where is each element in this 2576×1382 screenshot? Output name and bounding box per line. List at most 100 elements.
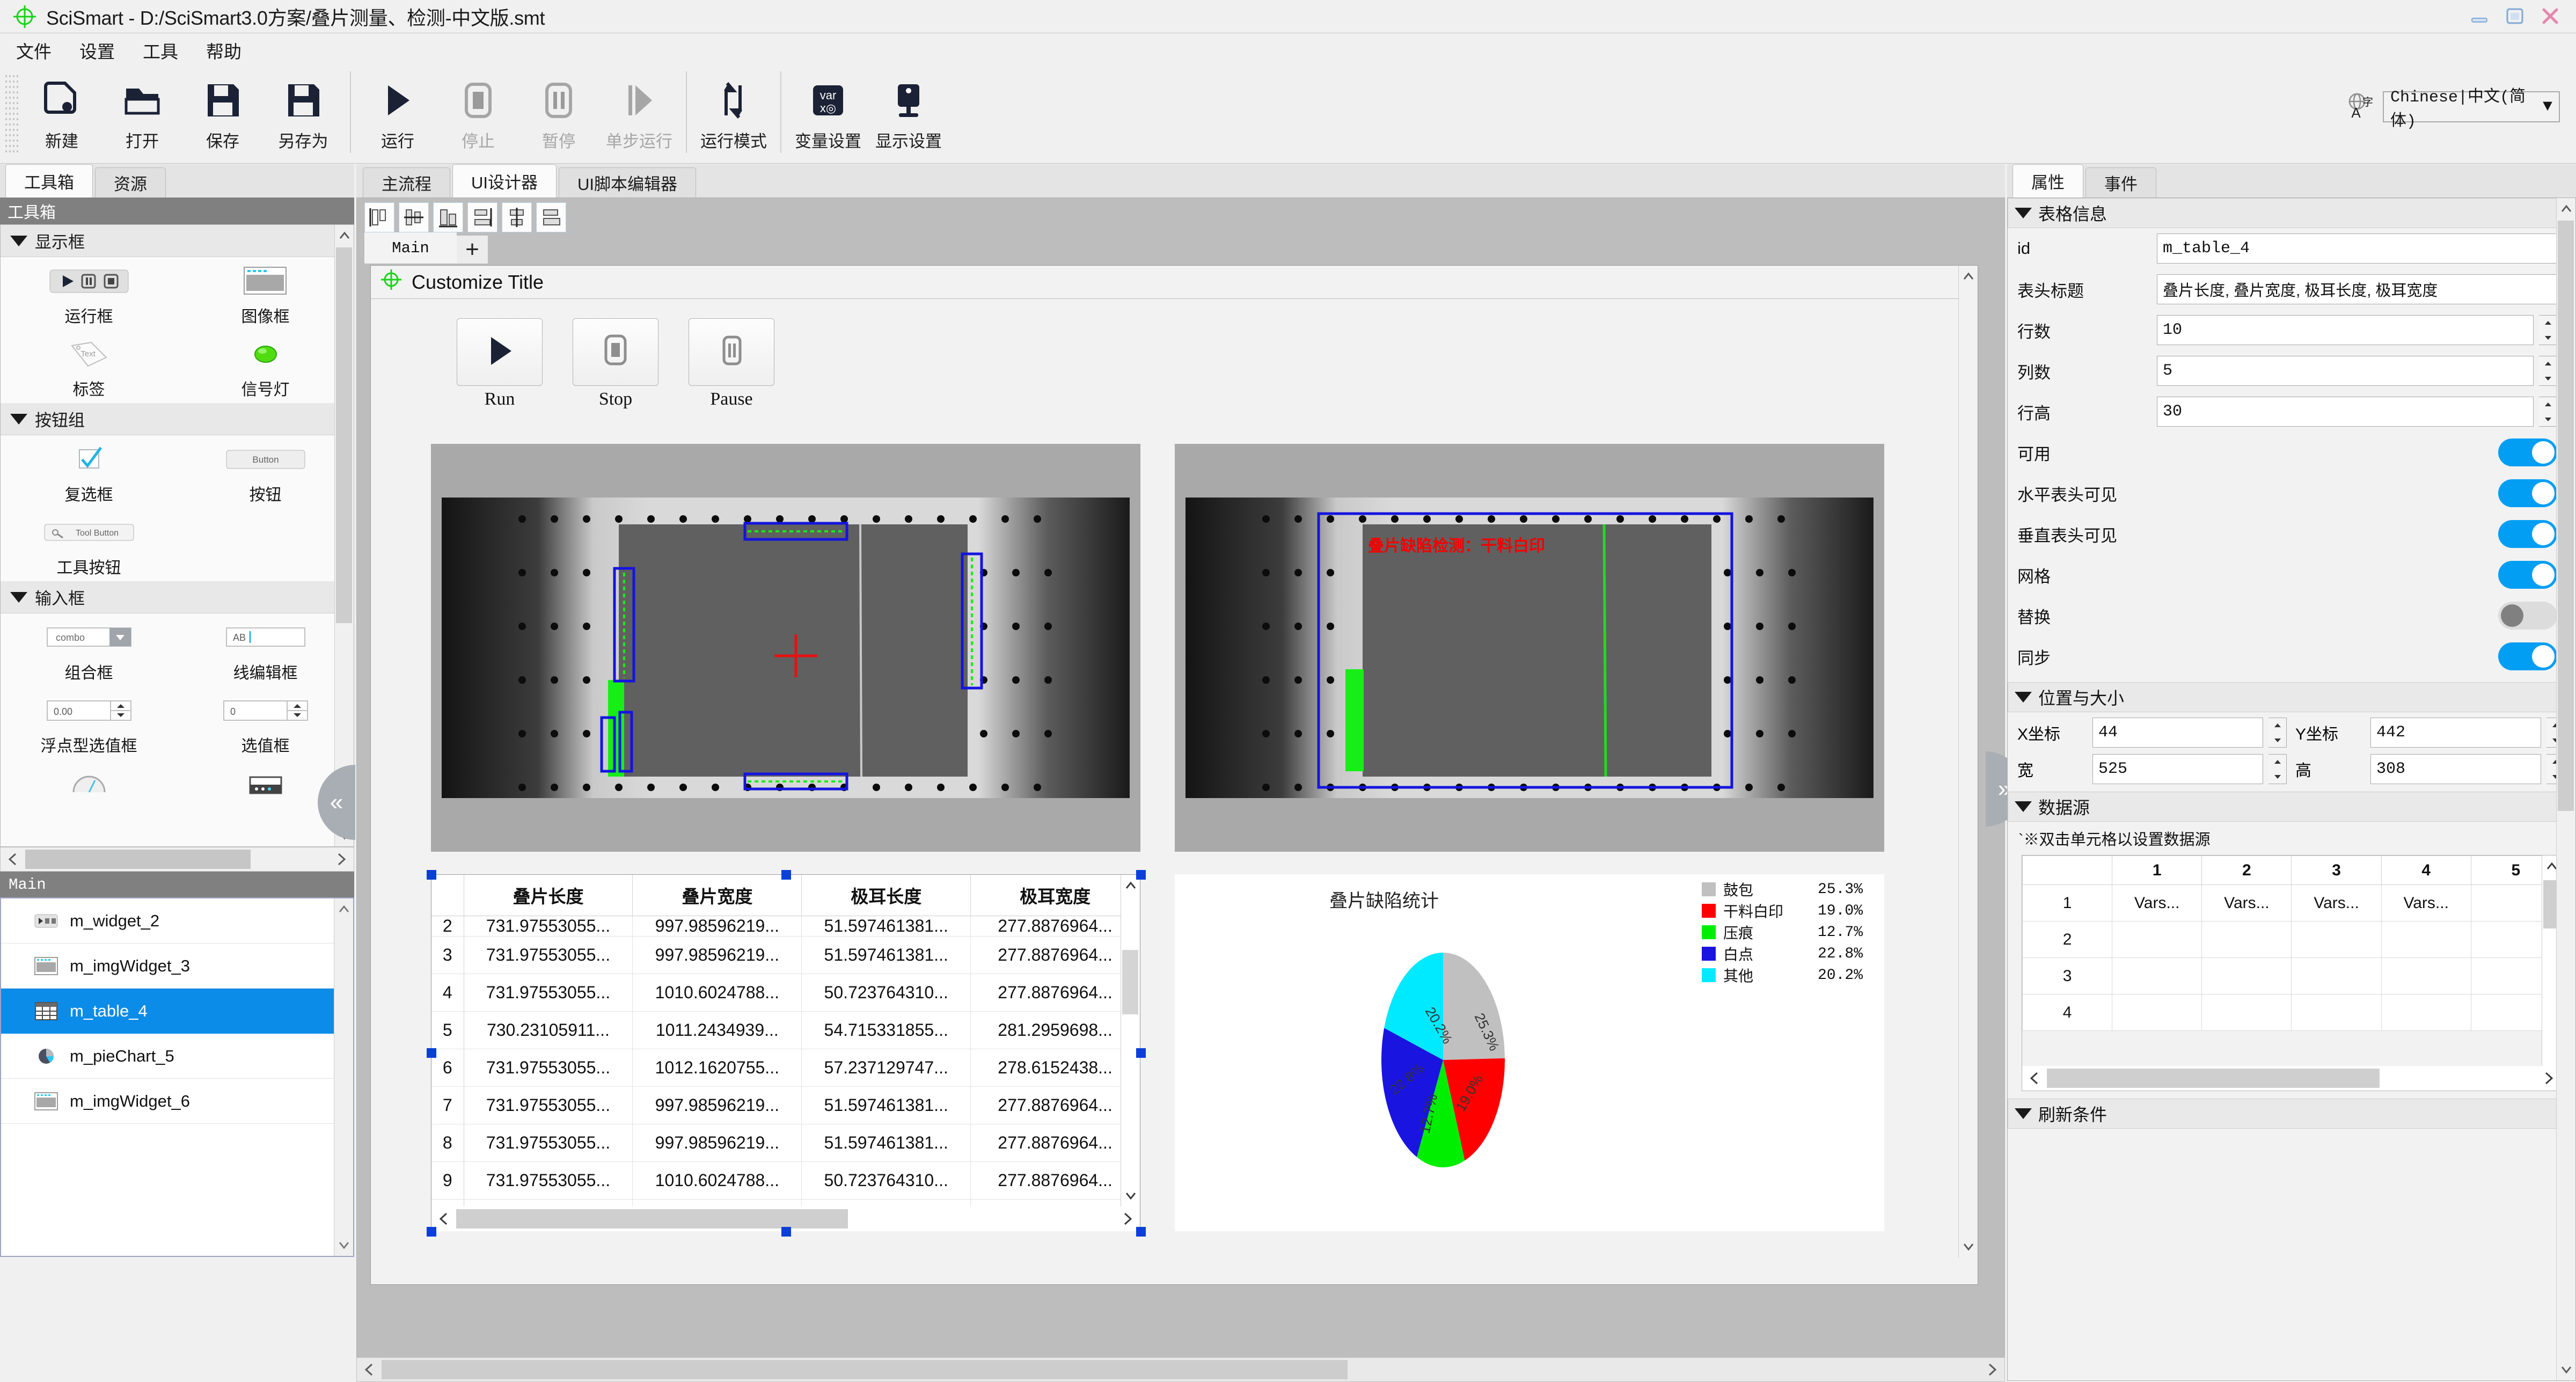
table-cell[interactable]: 1011.2434939... xyxy=(632,1011,802,1049)
table-cell[interactable]: 277.8876964... xyxy=(970,974,1140,1012)
designer-horizontal-scrollbar[interactable] xyxy=(356,1357,2005,1382)
tab-ui-designer[interactable]: UI设计器 xyxy=(452,164,557,198)
sync-toggle[interactable] xyxy=(2498,642,2557,670)
toolbox-item-image-frame[interactable]: 图像框 xyxy=(177,257,354,330)
ds-col-header-3[interactable]: 3 xyxy=(2291,855,2382,885)
scroll-left-icon[interactable] xyxy=(2022,1066,2047,1090)
ds-col-header-1[interactable]: 1 xyxy=(2112,855,2202,885)
table-cell[interactable]: 54.715331855... xyxy=(801,1199,971,1206)
scroll-left-icon[interactable] xyxy=(357,1358,382,1381)
align-left-button[interactable] xyxy=(364,202,394,232)
toolbar-run-mode-button[interactable]: 运行模式 xyxy=(693,67,774,153)
scroll-down-icon[interactable] xyxy=(2557,1359,2575,1380)
tree-item-m-imgwidget-3[interactable]: m_imgWidget_3 xyxy=(1,944,353,989)
table-cell[interactable]: 730.23105911... xyxy=(464,1199,633,1206)
width-input[interactable]: 525 xyxy=(2092,754,2263,784)
scroll-down-icon[interactable] xyxy=(1121,1185,1140,1206)
add-form-tab-button[interactable]: + xyxy=(457,236,488,264)
scrollbar-thumb[interactable] xyxy=(1122,950,1138,1014)
section-refresh-condition[interactable]: 刷新条件 xyxy=(2008,1099,2575,1129)
table-cell[interactable]: 278.6152438... xyxy=(970,1049,1140,1087)
menu-file[interactable]: 文件 xyxy=(4,35,63,65)
pie-chart-widget[interactable]: 叠片缺陷统计 25.3% 19.0% 12.7% 22.8% 20.2% 鼓包 … xyxy=(1175,874,1884,1231)
selection-handle-bc[interactable] xyxy=(781,1227,791,1237)
table-cell[interactable]: 730.23105911... xyxy=(464,1011,633,1049)
toolbar-save-button[interactable]: 保存 xyxy=(182,67,263,153)
tab-toolbox[interactable]: 工具箱 xyxy=(5,164,93,198)
toolbar-step-run-button[interactable]: 单步运行 xyxy=(599,67,679,153)
ds-cell[interactable]: Vars... xyxy=(2112,884,2202,922)
scrollbar-thumb[interactable] xyxy=(25,850,251,869)
table-cell[interactable]: 731.97553055... xyxy=(464,916,633,937)
toolbox-item-combobox[interactable]: combo 组合框 xyxy=(1,613,177,686)
tab-properties[interactable]: 属性 xyxy=(2012,164,2083,198)
table-vertical-scrollbar[interactable] xyxy=(1121,875,1140,1206)
selection-handle-br[interactable] xyxy=(1136,1227,1146,1237)
form-vertical-scrollbar[interactable] xyxy=(1958,266,1978,1257)
table-cell[interactable]: 731.97553055... xyxy=(464,1161,633,1200)
section-position-size[interactable]: 位置与大小 xyxy=(2008,682,2575,712)
toolbox-horizontal-scrollbar[interactable] xyxy=(0,847,354,872)
scroll-up-icon[interactable] xyxy=(2557,198,2575,220)
stepper-down-icon[interactable] xyxy=(2539,412,2557,426)
selection-handle-mr[interactable] xyxy=(1136,1048,1146,1058)
table-cell[interactable]: 57.237129747... xyxy=(801,1049,971,1087)
stepper-up-icon[interactable] xyxy=(2539,316,2557,330)
toolbox-item-double-spinbox[interactable]: 0.00 浮点型选值框 xyxy=(1,686,177,759)
toolbox-item-signal-lamp[interactable]: 信号灯 xyxy=(177,330,354,403)
stepper-up-icon[interactable] xyxy=(2539,397,2557,412)
ds-cell[interactable] xyxy=(2201,994,2292,1031)
table-cell[interactable]: 731.97553055... xyxy=(464,1086,633,1124)
toolbox-item-run-frame[interactable]: 运行框 xyxy=(1,257,177,330)
stepper-down-icon[interactable] xyxy=(2268,733,2286,747)
form-stop-button[interactable] xyxy=(573,318,658,386)
toolbar-display-settings-button[interactable]: 显示设置 xyxy=(868,67,949,153)
scrollbar-thumb[interactable] xyxy=(336,247,352,623)
section-table-info[interactable]: 表格信息 xyxy=(2008,198,2575,228)
selection-handle-bl[interactable] xyxy=(427,1227,436,1237)
properties-vertical-scrollbar[interactable] xyxy=(2556,198,2575,1380)
ds-cell[interactable] xyxy=(2381,994,2471,1031)
toolbox-group-input-frame[interactable]: 输入框 xyxy=(1,581,354,613)
tab-events[interactable]: 事件 xyxy=(2085,167,2156,198)
scroll-left-icon[interactable] xyxy=(1,847,25,871)
row-height-input[interactable]: 30 xyxy=(2157,397,2534,427)
scrollbar-track[interactable] xyxy=(2047,1069,2536,1088)
tree-item-m-table-4[interactable]: m_table_4 xyxy=(1,989,353,1034)
toolbar-saveas-button[interactable]: 另存为 xyxy=(263,67,343,153)
scroll-right-icon[interactable] xyxy=(1980,1358,2004,1381)
vertical-header-toggle[interactable] xyxy=(2498,520,2557,548)
tree-item-m-imgwidget-6[interactable]: m_imgWidget_6 xyxy=(1,1079,353,1124)
table-cell[interactable]: 51.597461381... xyxy=(801,1124,971,1162)
table-col-header-1[interactable]: 叠片宽度 xyxy=(632,875,802,916)
table-col-header-3[interactable]: 极耳宽度 xyxy=(970,875,1140,916)
table-cell[interactable]: 1011.2434939... xyxy=(632,1199,802,1206)
tab-ui-script-editor[interactable]: UI脚本编辑器 xyxy=(559,167,696,198)
table-cell[interactable]: 997.98596219... xyxy=(632,1124,802,1162)
horizontal-header-toggle[interactable] xyxy=(2498,479,2557,507)
header-title-input[interactable]: 叠片长度, 叠片宽度, 极耳长度, 极耳宽度 xyxy=(2157,274,2557,304)
toolbox-item-tool-button[interactable]: Tool Button 工具按钮 xyxy=(1,508,177,581)
image-widget-right[interactable]: 叠片缺陷检测：干料白印 xyxy=(1175,444,1884,852)
table-cell[interactable]: 277.8876964... xyxy=(970,916,1140,937)
scroll-up-icon[interactable] xyxy=(334,898,353,920)
ds-cell[interactable] xyxy=(2291,994,2382,1031)
stepper-down-icon[interactable] xyxy=(2539,371,2557,385)
table-cell[interactable]: 731.97553055... xyxy=(464,936,633,974)
table-cell[interactable]: 50.723764310... xyxy=(801,974,971,1012)
align-top-button[interactable] xyxy=(467,202,497,232)
selection-handle-tr[interactable] xyxy=(1136,870,1146,880)
toolbar-open-button[interactable]: 打开 xyxy=(102,67,182,153)
table-cell[interactable]: 997.98596219... xyxy=(632,936,802,974)
align-bottom-button[interactable] xyxy=(536,202,566,232)
scrollbar-thumb[interactable] xyxy=(382,1360,1348,1379)
replace-toggle[interactable] xyxy=(2498,602,2557,630)
y-coord-input[interactable]: 442 xyxy=(2370,718,2541,748)
selection-handle-ml[interactable] xyxy=(427,1048,436,1058)
toolbox-group-display-frame[interactable]: 显示框 xyxy=(1,225,354,257)
table-cell[interactable]: 1010.6024788... xyxy=(632,974,802,1012)
stepper-down-icon[interactable] xyxy=(2268,769,2286,784)
ds-cell[interactable] xyxy=(2112,957,2202,995)
tab-main-flow[interactable]: 主流程 xyxy=(363,167,450,198)
table-cell[interactable]: 731.97553055... xyxy=(464,1124,633,1162)
